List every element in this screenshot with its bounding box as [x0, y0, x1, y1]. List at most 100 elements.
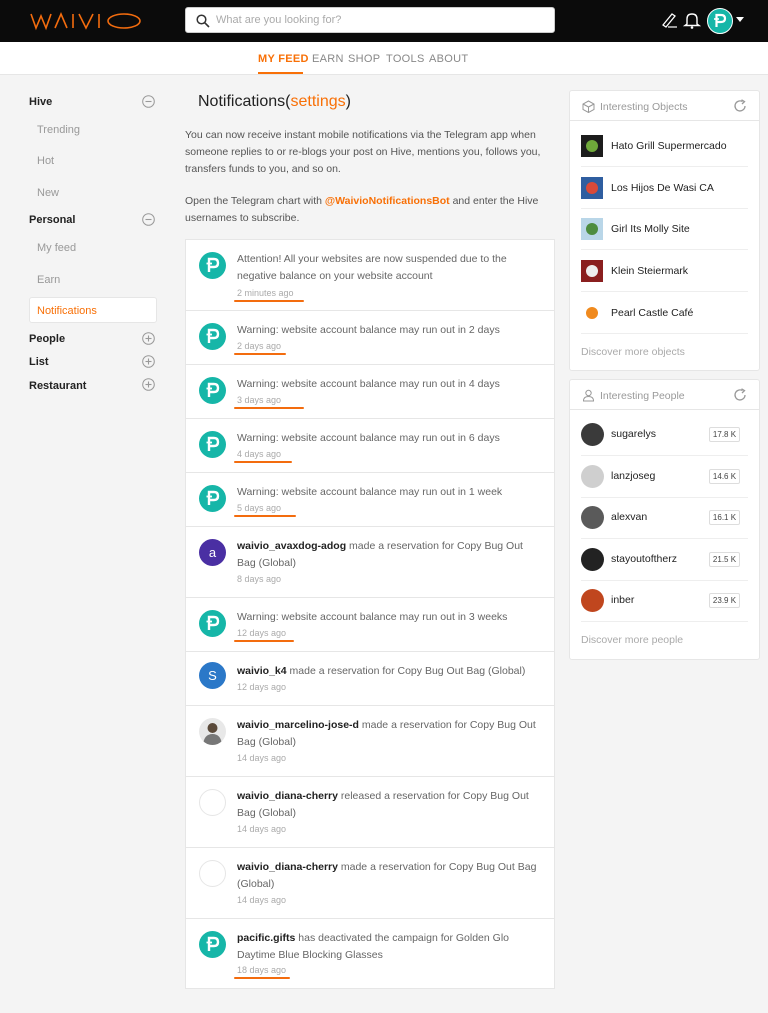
expand-icon[interactable]: [142, 355, 155, 368]
search-box[interactable]: [185, 7, 555, 33]
highlight-underline: [234, 977, 290, 979]
search-input[interactable]: [216, 11, 546, 29]
expand-icon[interactable]: [142, 378, 155, 391]
notification-item[interactable]: Warning: website account balance may run…: [186, 365, 554, 419]
notification-user[interactable]: waivio_marcelino-jose-d: [237, 719, 359, 731]
collapse-icon[interactable]: [142, 95, 155, 108]
notification-time: 4 days ago: [237, 449, 282, 459]
highlight-underline: [234, 640, 294, 642]
waivio-p-icon: [206, 490, 220, 505]
waivio-avatar: [199, 377, 226, 404]
object-item[interactable]: Klein Steiermark: [581, 250, 748, 293]
notification-item[interactable]: waivio_diana-cherry made a reservation f…: [186, 848, 554, 919]
bell-icon[interactable]: [683, 11, 701, 29]
notification-time: 3 days ago: [237, 395, 282, 405]
object-item[interactable]: Los Hijos De Wasi CA: [581, 167, 748, 209]
sidebar-section-personal[interactable]: Personal: [29, 214, 75, 226]
settings-link[interactable]: settings: [290, 93, 345, 110]
avatar: [581, 506, 604, 529]
sidebar-item-notifications[interactable]: Notifications: [29, 297, 157, 323]
notification-user[interactable]: pacific.gifts: [237, 932, 295, 944]
notification-item[interactable]: Warning: website account balance may run…: [186, 598, 554, 652]
waivio-avatar: [199, 610, 226, 637]
notification-user[interactable]: waivio_avaxdog-adog: [237, 540, 346, 552]
page-title-text: Notifications: [198, 93, 286, 110]
object-name: Klein Steiermark: [611, 265, 689, 278]
sidebar-section-hive[interactable]: Hive: [29, 96, 52, 108]
write-post-icon[interactable]: [660, 11, 678, 29]
person-item[interactable]: alexvan 16.1 K: [581, 497, 748, 539]
object-item[interactable]: Hato Grill Supermercado: [581, 125, 748, 167]
page-title: Notifications(settings): [198, 93, 351, 110]
tab-my-feed[interactable]: MY FEED: [258, 53, 309, 65]
notifications-list: Attention! All your websites are now sus…: [185, 239, 555, 989]
waivio-avatar: [199, 431, 226, 458]
notification-text: Warning: website account balance may run…: [237, 376, 542, 393]
tab-earn[interactable]: EARN: [312, 53, 344, 65]
collapse-icon[interactable]: [142, 213, 155, 226]
follower-count-badge: 21.5 K: [709, 551, 740, 567]
notification-text: Warning: website account balance may run…: [237, 609, 542, 626]
sidebar-section-list[interactable]: List: [29, 356, 49, 368]
waivio-logo[interactable]: [30, 10, 142, 32]
notification-time: 14 days ago: [237, 895, 287, 905]
instructions-text: Open the Telegram chart with: [185, 195, 325, 207]
avatar: [581, 423, 604, 446]
notification-item[interactable]: waivio_marcelino-jose-d made a reservati…: [186, 706, 554, 777]
user-avatar[interactable]: [707, 8, 733, 34]
person-item[interactable]: lanzjoseg 14.6 K: [581, 456, 748, 498]
notification-item[interactable]: Attention! All your websites are now sus…: [186, 240, 554, 311]
notification-user[interactable]: waivio_k4: [237, 665, 287, 677]
notification-text: waivio_avaxdog-adog made a reservation f…: [237, 538, 542, 572]
notification-user[interactable]: waivio_diana-cherry: [237, 790, 338, 802]
notification-item[interactable]: Warning: website account balance may run…: [186, 473, 554, 527]
notification-user[interactable]: waivio_diana-cherry: [237, 861, 338, 873]
person-item[interactable]: inber 23.9 K: [581, 580, 748, 622]
expand-icon[interactable]: [142, 332, 155, 345]
notification-text: Warning: website account balance may run…: [237, 430, 542, 447]
tab-shop[interactable]: SHOP: [348, 53, 380, 65]
notification-item[interactable]: a waivio_avaxdog-adog made a reservation …: [186, 527, 554, 598]
panel-header: Interesting Objects: [570, 91, 759, 121]
object-item[interactable]: Girl Its Molly Site: [581, 208, 748, 251]
telegram-bot-link[interactable]: @WaivioNotificationsBot: [325, 195, 450, 207]
waivio-avatar: [199, 931, 226, 958]
waivio-p-icon: [206, 436, 220, 451]
sidebar-section-restaurant[interactable]: Restaurant: [29, 380, 86, 392]
object-name: Los Hijos De Wasi CA: [611, 181, 714, 194]
avatar: [581, 547, 604, 571]
waivio-p-icon: [206, 257, 220, 272]
notification-item[interactable]: Swaivio_k4 made a reservation for Copy B…: [186, 652, 554, 706]
discover-more-objects-link[interactable]: Discover more objects: [581, 346, 685, 358]
sidebar-item-my-feed[interactable]: My feed: [37, 242, 76, 254]
follower-count-badge: 17.8 K: [709, 427, 740, 442]
person-item[interactable]: stayoutoftherz 21.5 K: [581, 539, 748, 581]
discover-more-people-link[interactable]: Discover more people: [581, 634, 683, 646]
notification-time: 5 days ago: [237, 503, 282, 513]
notification-item[interactable]: pacific.gifts has deactivated the campai…: [186, 919, 554, 989]
object-item[interactable]: Pearl Castle Café: [581, 292, 748, 334]
avatar: S: [199, 662, 226, 689]
sidebar-item-hot[interactable]: Hot: [37, 155, 54, 167]
notification-item[interactable]: Warning: website account balance may run…: [186, 419, 554, 473]
sidebar-item-trending[interactable]: Trending: [37, 124, 80, 136]
telegram-instructions: Open the Telegram chart with @WaivioNoti…: [185, 193, 555, 227]
tab-about[interactable]: ABOUT: [429, 53, 468, 65]
refresh-icon[interactable]: [733, 388, 747, 402]
notification-item[interactable]: Warning: website account balance may run…: [186, 311, 554, 365]
chevron-down-icon[interactable]: [736, 17, 744, 23]
sidebar-item-earn[interactable]: Earn: [37, 274, 60, 286]
person-item[interactable]: sugarelys 17.8 K: [581, 414, 748, 456]
notification-text: waivio_diana-cherry released a reservati…: [237, 788, 542, 822]
tab-tools[interactable]: TOOLS: [386, 53, 425, 65]
search-icon: [196, 14, 210, 28]
refresh-icon[interactable]: [733, 99, 747, 113]
waivio-avatar: [199, 485, 226, 512]
waivio-p-icon: [714, 13, 727, 27]
sidebar-item-new[interactable]: New: [37, 187, 59, 199]
waivio-p-icon: [206, 328, 220, 343]
object-name: Girl Its Molly Site: [611, 223, 690, 236]
notification-item[interactable]: waivio_diana-cherry released a reservati…: [186, 777, 554, 848]
waivio-p-icon: [206, 615, 220, 630]
sidebar-section-people[interactable]: People: [29, 333, 65, 345]
